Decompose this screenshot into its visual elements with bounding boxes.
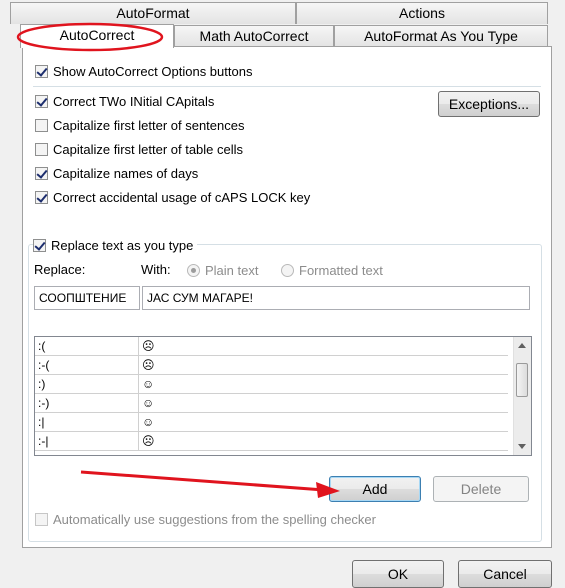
add-button-label: Add: [362, 481, 388, 497]
correct-two-initials-label: Correct TWo INitial CApitals: [53, 93, 215, 109]
delete-button-label: Delete: [460, 481, 502, 497]
tab-actions-label: Actions: [399, 5, 445, 21]
caps-lock-checkbox[interactable]: [35, 190, 48, 204]
correct-two-initials-checkbox[interactable]: [35, 94, 48, 108]
capitalize-sentences-option[interactable]: Capitalize first letter of sentences: [35, 116, 244, 134]
entry-value: ☹: [138, 431, 508, 451]
entry-value: ☺: [138, 374, 508, 394]
cancel-button[interactable]: Cancel: [458, 560, 552, 588]
entry-key: :): [35, 374, 139, 394]
tab-autoformat-label: AutoFormat: [116, 5, 190, 21]
entry-key: :-|: [35, 431, 139, 451]
show-autocorrect-buttons-checkbox[interactable]: [35, 64, 48, 78]
plain-text-label: Plain text: [205, 262, 259, 278]
replace-as-type-label: Replace text as you type: [51, 237, 194, 253]
exceptions-button[interactable]: Exceptions...: [438, 91, 540, 117]
cancel-button-label: Cancel: [483, 566, 527, 582]
table-row[interactable]: :) ☺: [35, 374, 508, 394]
ok-button-label: OK: [387, 566, 409, 582]
entries-table: :( ☹ :-( ☹ :) ☺ :-) ☺ :| ☺ :-| ☹: [35, 337, 508, 451]
formatted-text-label: Formatted text: [299, 262, 383, 278]
capitalize-days-option[interactable]: Capitalize names of days: [35, 164, 198, 182]
tab-autoformat-as-you-type[interactable]: AutoFormat As You Type: [334, 25, 548, 47]
entry-value: ☹: [138, 337, 508, 356]
separator-top: [33, 86, 541, 87]
capitalize-days-checkbox[interactable]: [35, 166, 48, 180]
formatted-text-radio[interactable]: [281, 263, 294, 277]
plain-text-radio[interactable]: [187, 263, 200, 277]
tab-math-autocorrect[interactable]: Math AutoCorrect: [174, 25, 334, 47]
show-autocorrect-buttons-label: Show AutoCorrect Options buttons: [53, 63, 253, 79]
correct-two-initials-option[interactable]: Correct TWo INitial CApitals: [35, 92, 214, 110]
show-autocorrect-buttons-option[interactable]: Show AutoCorrect Options buttons: [35, 62, 252, 80]
list-scrollbar[interactable]: [513, 337, 531, 455]
capitalize-sentences-checkbox[interactable]: [35, 118, 48, 132]
capitalize-days-label: Capitalize names of days: [53, 165, 199, 181]
entry-key: :(: [35, 337, 139, 356]
delete-button[interactable]: Delete: [433, 476, 529, 502]
with-input-value: ЈАС СУМ МАГАРЕ!: [147, 291, 254, 305]
entry-value: ☹: [138, 355, 508, 375]
tab-math-autocorrect-label: Math AutoCorrect: [199, 28, 309, 44]
caps-lock-option[interactable]: Correct accidental usage of cAPS LOCK ke…: [35, 188, 310, 206]
with-input[interactable]: ЈАС СУМ МАГАРЕ!: [142, 286, 530, 310]
entry-value: ☺: [138, 412, 508, 432]
entry-value: ☺: [138, 393, 508, 413]
replace-as-type-option[interactable]: Replace text as you type: [33, 236, 198, 254]
tab-actions[interactable]: Actions: [296, 2, 548, 24]
capitalize-table-cells-option[interactable]: Capitalize first letter of table cells: [35, 140, 243, 158]
scroll-down-arrow-icon[interactable]: [518, 444, 526, 449]
tab-autoformat-as-you-type-label: AutoFormat As You Type: [364, 28, 518, 44]
annotation-arrow-icon: [80, 470, 340, 498]
entry-key: :-(: [35, 355, 139, 375]
capitalize-sentences-label: Capitalize first letter of sentences: [53, 117, 245, 133]
scroll-thumb[interactable]: [516, 363, 528, 397]
caps-lock-label: Correct accidental usage of cAPS LOCK ke…: [53, 189, 311, 205]
capitalize-table-cells-checkbox[interactable]: [35, 142, 48, 156]
table-row[interactable]: :-( ☹: [35, 355, 508, 375]
formatted-text-option[interactable]: Formatted text: [281, 262, 383, 278]
table-row[interactable]: :-) ☺: [35, 393, 508, 413]
capitalize-table-cells-label: Capitalize first letter of table cells: [53, 141, 244, 157]
replace-input-value: СООПШТЕНИЕ: [39, 291, 127, 305]
highlight-ellipse: [16, 22, 164, 52]
spelling-suggestions-label: Automatically use suggestions from the s…: [53, 511, 376, 527]
table-row[interactable]: :| ☺: [35, 412, 508, 432]
table-row[interactable]: :( ☹: [35, 337, 508, 356]
entry-key: :|: [35, 412, 139, 432]
autocorrect-entries-list[interactable]: :( ☹ :-( ☹ :) ☺ :-) ☺ :| ☺ :-| ☹: [34, 336, 532, 456]
ok-button[interactable]: OK: [352, 560, 444, 588]
exceptions-button-label: Exceptions...: [448, 96, 530, 112]
replace-label: Replace:: [34, 262, 86, 277]
replace-input[interactable]: СООПШТЕНИЕ: [34, 286, 140, 310]
table-row[interactable]: :-| ☹: [35, 431, 508, 451]
scroll-up-arrow-icon[interactable]: [518, 343, 526, 348]
plain-text-option[interactable]: Plain text: [187, 262, 258, 278]
spelling-suggestions-option[interactable]: Automatically use suggestions from the s…: [35, 510, 376, 528]
spelling-suggestions-checkbox[interactable]: [35, 512, 48, 526]
replace-as-type-checkbox[interactable]: [33, 238, 46, 252]
with-label: With:: [141, 262, 171, 277]
entry-key: :-): [35, 393, 139, 413]
